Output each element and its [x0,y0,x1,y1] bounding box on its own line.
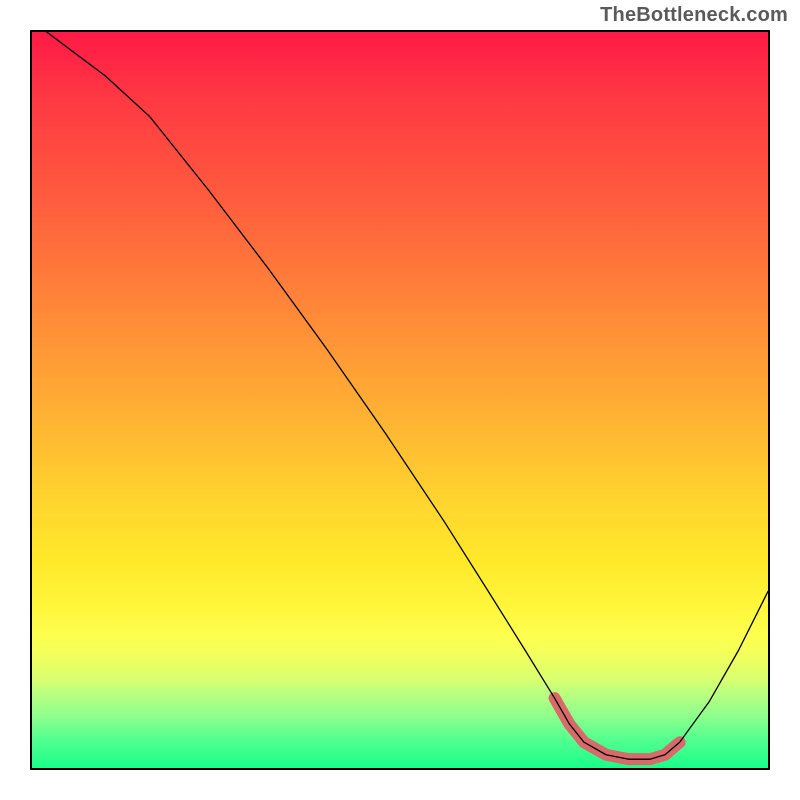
watermark-text: TheBottleneck.com [600,4,788,27]
bottleneck-curve [47,32,768,759]
plot-area [30,30,770,770]
chart-container: TheBottleneck.com [0,0,800,800]
curve-svg [32,32,768,768]
